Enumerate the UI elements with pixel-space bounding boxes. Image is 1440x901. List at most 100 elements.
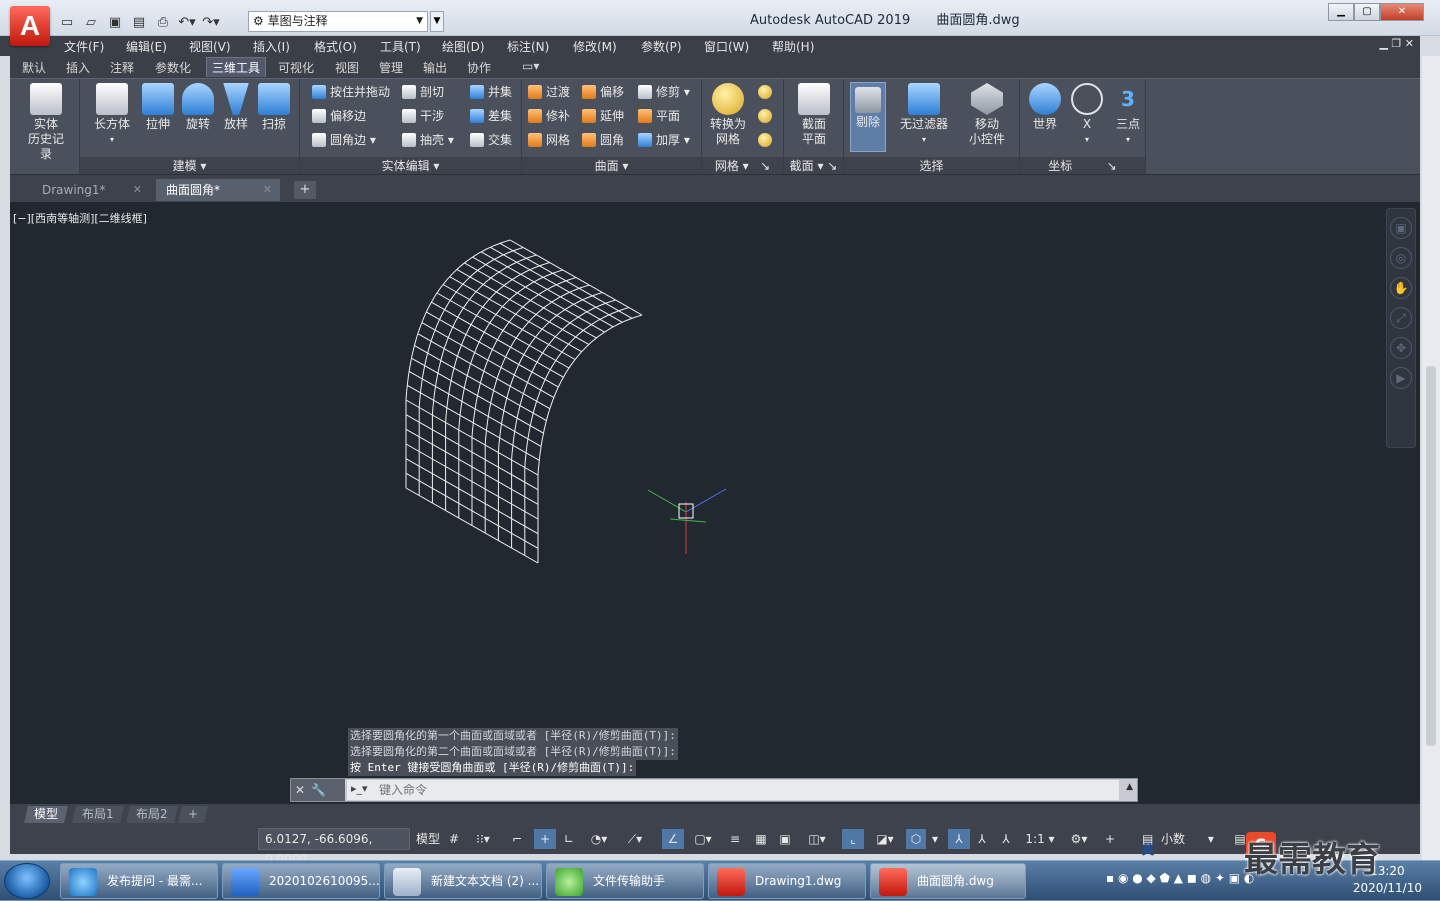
menu-file[interactable]: 文件(F) [64, 38, 104, 55]
selection-filter-icon[interactable]: ◪▾ [868, 829, 902, 849]
tab-insert[interactable]: 插入 [66, 59, 90, 76]
mesh-smooth-more-button[interactable] [758, 82, 776, 102]
taskbar-item-notepad[interactable]: 新建文本文档 (2) ... [384, 863, 542, 899]
tab-output[interactable]: 输出 [423, 59, 447, 76]
application-menu-button[interactable]: A [10, 6, 50, 46]
drawing-canvas[interactable]: [−][西南等轴测][二维线框] ▣ ◎ ✋ ⤢ ✥ ▶ 选择要圆角化的第一个曲… [10, 202, 1420, 804]
close-icon[interactable]: ✕ [133, 179, 142, 201]
undo-icon[interactable]: ↶▾ [176, 12, 198, 32]
tab-view[interactable]: 视图 [335, 59, 359, 76]
tab-3d-tools[interactable]: 三维工具 [206, 57, 267, 77]
mesh-smooth-less-button[interactable] [758, 106, 776, 126]
workspace-gear-icon[interactable]: ⚙▾ [1062, 829, 1096, 849]
layout-tab-model[interactable]: 模型 [24, 806, 68, 823]
annotation-scale-icon[interactable]: ⅄ [996, 829, 1016, 849]
dynamic-input-icon[interactable]: + [534, 829, 556, 849]
gizmo-toggle-icon[interactable]: ⬡ [906, 829, 926, 849]
extrude-button[interactable]: 拉伸 [140, 83, 176, 132]
snap-icon[interactable]: ⁝⁝▾ [468, 829, 498, 849]
orbit-icon[interactable]: ✥ [1390, 337, 1412, 359]
surface-fillet-button[interactable]: 圆角 [582, 130, 624, 150]
menu-format[interactable]: 格式(O) [314, 38, 357, 55]
menu-tools[interactable]: 工具(T) [380, 38, 421, 55]
taskbar-item-wechat[interactable]: 文件传输助手 [546, 863, 704, 899]
coordinates-panel-title[interactable]: 坐标 ↘ [1020, 157, 1145, 175]
fillet-edge-button[interactable]: 圆角边 ▾ [312, 130, 376, 150]
sweep-button[interactable]: 扫掠 [256, 83, 292, 132]
tray-icons[interactable]: ▪ ◉ ● ◆ ⬟ ▲ ◼ ◍ ✦ ▣ ◐ [1106, 871, 1254, 885]
menu-help[interactable]: 帮助(H) [772, 38, 814, 55]
redo-icon[interactable]: ↷▾ [200, 12, 222, 32]
selection-cycling-icon[interactable]: ▣ [776, 829, 794, 849]
intersect-button[interactable]: 交集 [470, 130, 512, 150]
annotation-monitor-icon[interactable]: + [1100, 829, 1120, 849]
menu-view[interactable]: 视图(V) [189, 38, 231, 55]
menu-draw[interactable]: 绘图(D) [442, 38, 485, 55]
open-folder-icon[interactable]: ▱ [80, 12, 102, 32]
mesh-refine-button[interactable] [758, 130, 776, 150]
shell-button[interactable]: 抽壳 ▾ [402, 130, 454, 150]
save-icon[interactable]: ▣ [104, 12, 126, 32]
taskbar-item-surface-fillet[interactable]: 曲面圆角.dwg [870, 863, 1026, 899]
surface-extend-button[interactable]: 延伸 [582, 106, 624, 126]
surface-blend-button[interactable]: 过渡 [528, 82, 570, 102]
surface-planar-button[interactable]: 平面 [638, 106, 680, 126]
ribbon-minimize-icon[interactable]: ▭▾ [522, 59, 539, 73]
surface-offset-button[interactable]: 偏移 [582, 82, 624, 102]
menu-edit[interactable]: 编辑(E) [126, 38, 167, 55]
ucs-world-button[interactable]: 世界 [1026, 83, 1064, 132]
command-prompt-icon[interactable]: ▸_▾ [351, 782, 368, 795]
doc-tab-surface-fillet[interactable]: 曲面圆角* ✕ [156, 179, 280, 201]
subtract-button[interactable]: 差集 [470, 106, 512, 126]
lineweight-icon[interactable]: ≡ [726, 829, 744, 849]
annotation-visibility-icon[interactable]: ⅄ [948, 829, 970, 849]
interfere-button[interactable]: 干涉 [402, 106, 444, 126]
steering-wheel-icon[interactable]: ◎ [1390, 247, 1412, 269]
maximize-button[interactable]: ▢ [1354, 3, 1380, 21]
window-scrollbar[interactable] [1422, 56, 1440, 860]
loft-button[interactable]: 放样 [218, 83, 254, 132]
start-button[interactable] [4, 863, 50, 899]
surface-network-button[interactable]: 网格 [528, 130, 570, 150]
union-button[interactable]: 并集 [470, 82, 512, 102]
box-button[interactable]: 长方体 ▾ [92, 83, 132, 147]
polar-icon[interactable]: ◔▾ [584, 829, 614, 849]
new-tab-button[interactable]: + [294, 181, 316, 199]
surface-patch-button[interactable]: 修补 [528, 106, 570, 126]
mesh-panel-title[interactable]: 网格 ▾ ↘ [702, 157, 783, 175]
showmotion-icon[interactable]: ▶ [1390, 367, 1412, 389]
auto-scale-icon[interactable]: ⅄ [972, 829, 992, 849]
tab-manage[interactable]: 管理 [379, 59, 403, 76]
model-space-toggle[interactable]: 模型 [414, 829, 442, 849]
ime-indicator[interactable]: 英 [1142, 841, 1154, 858]
tab-visualize[interactable]: 可视化 [278, 59, 314, 76]
wrench-icon[interactable]: 🔧 [311, 783, 332, 797]
solid-edit-panel-title[interactable]: 实体编辑 ▾ [300, 157, 521, 175]
ucs-x-button[interactable]: X ▾ [1068, 83, 1106, 147]
section-panel-title[interactable]: 截面 ▾ ↘ [784, 157, 843, 175]
save-as-icon[interactable]: ▤ [128, 12, 150, 32]
menu-window[interactable]: 窗口(W) [704, 38, 749, 55]
section-plane-button[interactable]: 截面 平面 [794, 83, 834, 147]
ortho-icon[interactable]: ∟ [560, 829, 578, 849]
taskbar-item-drawing1[interactable]: Drawing1.dwg [708, 863, 866, 899]
menu-parametric[interactable]: 参数(P) [641, 38, 682, 55]
tab-collaborate[interactable]: 协作 [467, 59, 491, 76]
tab-annotate[interactable]: 注释 [110, 59, 134, 76]
drawing-window-controls[interactable]: ▁ ❐ ✕ [1379, 37, 1414, 50]
qat-customize-button[interactable]: ▼ [430, 11, 444, 32]
minimize-button[interactable]: ▁ [1328, 3, 1354, 21]
no-filter-button[interactable]: 无过滤器 ▾ [896, 83, 952, 147]
grid-icon[interactable]: # [444, 829, 464, 849]
thicken-button[interactable]: 加厚 ▾ [638, 130, 690, 150]
object-snap-tracking-icon[interactable]: ∠ [662, 829, 684, 849]
chevron-down-icon[interactable]: ▾ [928, 829, 942, 849]
dynamic-ucs-icon[interactable]: ⌞ [842, 829, 864, 849]
scale-dropdown[interactable]: 1:1 ▾ [1020, 829, 1060, 849]
convert-to-mesh-button[interactable]: 转换为 网格 [708, 83, 748, 147]
close-icon[interactable]: ✕ [263, 179, 272, 201]
menu-dimension[interactable]: 标注(N) [507, 38, 549, 55]
surface-panel-title[interactable]: 曲面 ▾ [522, 157, 701, 175]
revolve-button[interactable]: 旋转 [180, 83, 216, 132]
modeling-panel-title[interactable]: 建模 ▾ [80, 157, 299, 175]
